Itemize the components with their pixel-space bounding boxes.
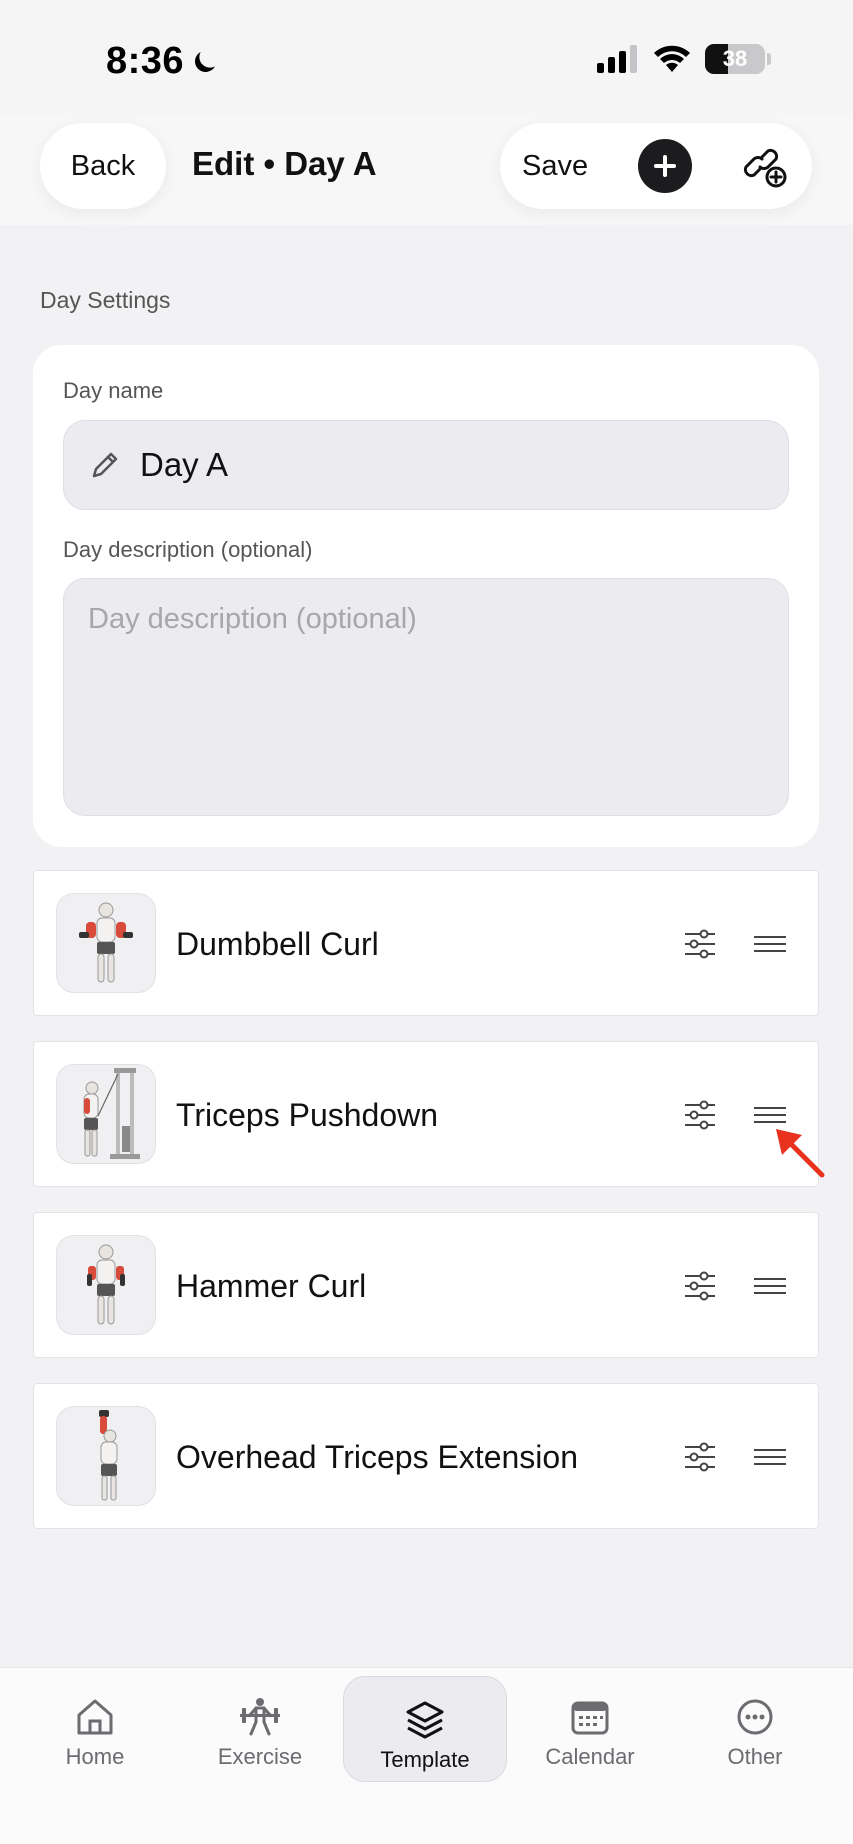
- exercise-row[interactable]: Overhead Triceps Extension: [33, 1383, 819, 1529]
- tab-exercise[interactable]: Exercise: [180, 1668, 340, 1788]
- day-name-input[interactable]: [140, 446, 740, 484]
- back-button[interactable]: Back: [40, 123, 166, 209]
- tab-home[interactable]: Home: [15, 1668, 175, 1788]
- section-label-day-settings: Day Settings: [40, 287, 171, 313]
- day-name-field[interactable]: [63, 420, 789, 510]
- house-icon: [73, 1696, 117, 1738]
- weightlifter-icon: [238, 1696, 282, 1738]
- tab-label: Template: [380, 1747, 470, 1772]
- more-icon: [733, 1696, 777, 1738]
- cable-pushdown-figure-icon: [56, 1064, 156, 1164]
- header-actions: Save: [500, 123, 812, 209]
- battery-level: 38: [722, 46, 748, 71]
- tab-label: Home: [65, 1744, 125, 1769]
- tab-bar: Home Exercise Template Calendar Other: [0, 1667, 853, 1844]
- day-settings-card: Day name Day description (optional): [33, 345, 819, 847]
- status-time-text: 8:36: [106, 40, 185, 82]
- exercise-row[interactable]: Hammer Curl: [33, 1212, 819, 1358]
- page-title: Edit • Day A: [192, 145, 377, 182]
- drag-handle-icon[interactable]: [752, 926, 788, 962]
- status-bar: 8:36 38: [0, 0, 853, 115]
- dumbbell-curl-figure-icon: [56, 893, 156, 993]
- sliders-icon[interactable]: [682, 926, 718, 962]
- status-indicators: 38: [597, 44, 771, 74]
- link-plus-icon: [743, 148, 787, 188]
- battery-icon: 38: [705, 44, 765, 74]
- wifi-icon: [654, 45, 690, 72]
- exercise-name: Triceps Pushdown: [176, 1096, 439, 1133]
- exercise-name: Dumbbell Curl: [176, 925, 379, 962]
- day-description-input[interactable]: [63, 578, 789, 816]
- sliders-icon[interactable]: [682, 1439, 718, 1475]
- tab-label: Other: [727, 1744, 783, 1769]
- tab-label: Exercise: [217, 1744, 303, 1769]
- tab-template[interactable]: Template: [343, 1676, 507, 1782]
- drag-handle-icon[interactable]: [752, 1268, 788, 1304]
- hammer-curl-figure-icon: [56, 1235, 156, 1335]
- moon-icon: [195, 51, 216, 72]
- annotation-arrow-icon: [776, 1129, 825, 1178]
- sliders-icon[interactable]: [682, 1268, 718, 1304]
- day-description-label: Day description (optional): [63, 537, 313, 562]
- tab-label: Calendar: [545, 1744, 635, 1769]
- calendar-icon: [568, 1696, 612, 1738]
- add-superset-button[interactable]: [740, 141, 790, 191]
- battery-cap: [767, 53, 771, 65]
- layers-icon: [403, 1699, 447, 1741]
- cellular-signal-icon: [597, 45, 637, 73]
- tab-calendar[interactable]: Calendar: [510, 1668, 670, 1788]
- exercise-row[interactable]: Triceps Pushdown: [33, 1041, 819, 1187]
- sliders-icon[interactable]: [682, 1097, 718, 1133]
- overhead-extension-figure-icon: [56, 1406, 156, 1506]
- exercise-name: Hammer Curl: [176, 1267, 367, 1304]
- plus-icon: [654, 155, 676, 177]
- save-button[interactable]: Save: [522, 123, 588, 209]
- nav-header: Back Edit • Day A Save: [0, 115, 853, 225]
- day-name-label: Day name: [63, 378, 164, 403]
- drag-handle-icon[interactable]: [752, 1439, 788, 1475]
- tab-other[interactable]: Other: [675, 1668, 835, 1788]
- exercise-name: Overhead Triceps Extension: [176, 1438, 578, 1475]
- status-time: 8:36: [106, 40, 220, 83]
- pencil-icon: [88, 448, 122, 482]
- exercise-row[interactable]: Dumbbell Curl: [33, 870, 819, 1016]
- add-exercise-button[interactable]: [638, 139, 692, 193]
